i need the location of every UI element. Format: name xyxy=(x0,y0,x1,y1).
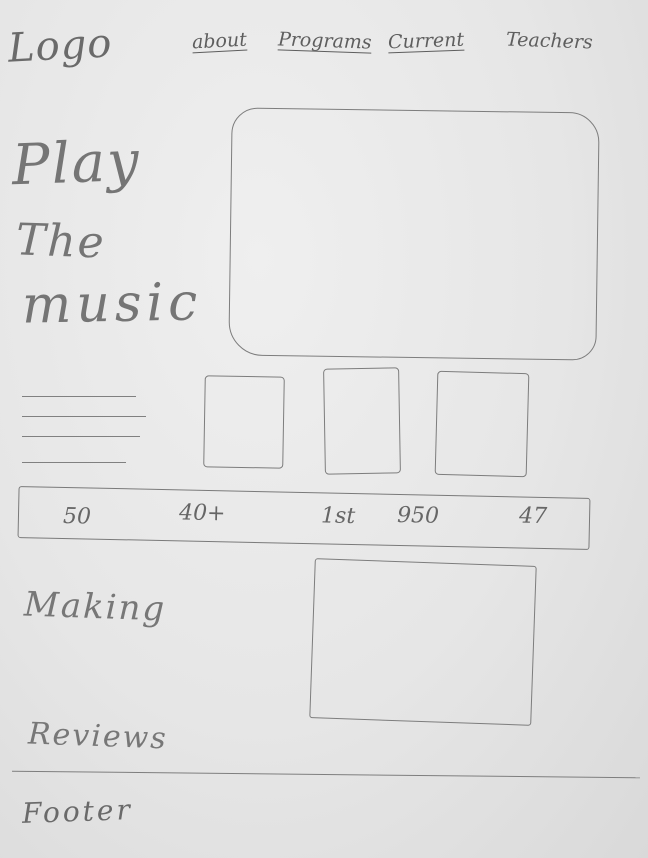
hero-heading-line-1: Play xyxy=(10,128,142,199)
feature-section-title: Making xyxy=(23,584,167,630)
logo[interactable]: Logo xyxy=(7,20,114,71)
text-block-placeholder xyxy=(22,396,146,472)
hero-heading-line-3: music xyxy=(21,272,203,336)
text-line xyxy=(22,416,146,417)
feature-image-placeholder xyxy=(309,558,537,726)
text-line xyxy=(22,396,136,397)
thumbnail-placeholder-3[interactable] xyxy=(434,370,530,478)
nav-link-programs[interactable]: Programs xyxy=(278,28,372,53)
nav-link-about[interactable]: about xyxy=(191,29,247,54)
hero-image-placeholder xyxy=(228,107,600,361)
hero-heading-line-2: The xyxy=(15,214,107,269)
text-line xyxy=(22,462,126,463)
wireframe-sheet: Logo about Programs Current Teachers Pla… xyxy=(0,0,648,858)
stat-value: 50 xyxy=(62,503,92,530)
stat-value: 1st xyxy=(320,503,356,530)
nav-link-current[interactable]: Current xyxy=(388,29,465,54)
reviews-section-title: Reviews xyxy=(27,716,169,757)
thumbnail-placeholder-1[interactable] xyxy=(203,375,285,469)
stat-value: 950 xyxy=(396,502,440,529)
nav-link-teachers[interactable]: Teachers xyxy=(506,28,593,53)
stat-value: 47 xyxy=(518,503,548,530)
top-nav: about Programs Current Teachers xyxy=(188,28,598,64)
footer-label: Footer xyxy=(21,793,134,830)
thumbnail-placeholder-2[interactable] xyxy=(323,367,401,475)
footer-divider xyxy=(12,770,640,779)
stats-bar: 50 40+ 1st 950 47 xyxy=(17,486,591,550)
stat-value: 40+ xyxy=(178,500,226,527)
text-line xyxy=(22,436,140,437)
